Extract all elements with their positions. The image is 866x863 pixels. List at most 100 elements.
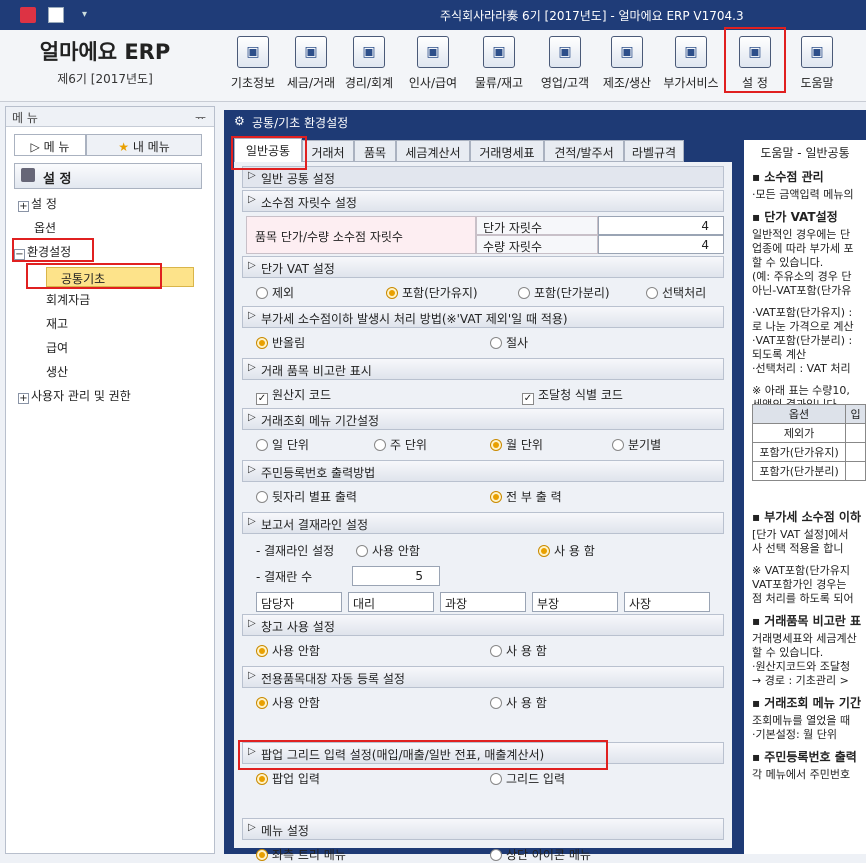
- main-title-label: 공통/기초 환경설정: [252, 116, 349, 130]
- help-line-5: 할 수 있습니다.: [752, 256, 824, 269]
- toolbar-sales-button[interactable]: ▣ 영업/고객: [534, 34, 596, 98]
- tab-3[interactable]: 세금계산서: [396, 140, 470, 162]
- calendar-icon[interactable]: [20, 7, 36, 23]
- unit-digits-input[interactable]: 4: [598, 216, 724, 235]
- tree-item-5[interactable]: 재고: [46, 315, 68, 332]
- tab-1[interactable]: 거래처: [302, 140, 354, 162]
- toolbar-tax-button[interactable]: ▣ 세금/거래: [280, 34, 342, 98]
- collapse-icon[interactable]: −: [14, 249, 25, 260]
- toolbar-factory-button[interactable]: ▣ 제조/생산: [596, 34, 658, 98]
- approval-name-input-4[interactable]: 사장: [624, 592, 710, 612]
- tree-item-2[interactable]: − 환경설정: [14, 243, 71, 260]
- toolbar-settings-button[interactable]: ▣ 설 정: [724, 34, 786, 98]
- help-line-2: ▪ 단가 VAT설정: [752, 210, 838, 224]
- toolbar-help-button[interactable]: ▣ 도움말: [786, 34, 848, 98]
- help-line-3: 일반적인 경우에는 단: [752, 228, 851, 241]
- r-round-option-0[interactable]: 반올림: [256, 334, 305, 351]
- tree-item-1[interactable]: 옵션: [34, 219, 56, 236]
- tree-item-4[interactable]: 회계자금: [46, 291, 90, 308]
- dropdown-icon[interactable]: ▾: [82, 9, 98, 25]
- menu-header-label: 메 뉴: [12, 111, 38, 125]
- help-line-9: 로 나눈 가격으로 계산: [752, 320, 854, 333]
- help-table-cell: [845, 461, 866, 481]
- r-vat-option-3[interactable]: 선택처리: [646, 284, 706, 301]
- r-round-label: 반올림: [272, 336, 306, 350]
- toolbar-hr-button[interactable]: ▣ 인사/급여: [402, 34, 464, 98]
- tree-item-label: 설 정: [31, 197, 57, 211]
- expand-icon[interactable]: +: [18, 201, 29, 212]
- group-vat: 단가 VAT 설정: [242, 256, 724, 278]
- r-popup-option-0[interactable]: 팝업 입력: [256, 770, 320, 787]
- approval-line-option-1[interactable]: 사 용 함: [538, 542, 595, 559]
- r-period-option-2[interactable]: 월 단위: [490, 436, 543, 453]
- radio-icon: [256, 697, 268, 709]
- settings-icon: ▣: [739, 36, 771, 68]
- help-line-27: 조회메뉴를 열었을 때: [752, 714, 851, 727]
- approval-count-input[interactable]: 5: [352, 566, 440, 586]
- settings-section-label: 설 정: [43, 172, 72, 187]
- r-menu-option-1[interactable]: 상단 아이콘 메뉴: [490, 846, 591, 863]
- toolbar-label: 경리/회계: [344, 76, 394, 90]
- toolbar-label: 제조/생산: [602, 76, 652, 90]
- r-vat-label: 포함(단가분리): [534, 286, 610, 300]
- settings-form: 일반 공통 설정 소수점 자릿수 설정 품목 단가/수량 소수점 자릿수 단가 …: [234, 162, 732, 862]
- help-tab[interactable]: 도움말 - 일반공통: [744, 140, 866, 162]
- r-popup-label: 그리드 입력: [506, 772, 566, 786]
- tab-menu[interactable]: ▷ 메 뉴: [14, 134, 86, 156]
- logistics-icon: ▣: [483, 36, 515, 68]
- approval-line-option-label: 사용 안함: [372, 544, 420, 558]
- settings-section-icon: [21, 168, 35, 182]
- procurement-code-checkbox[interactable]: ✓ 조달청 식별 코드: [522, 386, 623, 405]
- r-period-option-1[interactable]: 주 단위: [374, 436, 427, 453]
- tree-item-6[interactable]: 급여: [46, 339, 68, 356]
- r-autoreg-option-0[interactable]: 사용 안함: [256, 694, 320, 711]
- approval-name-input-0[interactable]: 담당자: [256, 592, 342, 612]
- r-period-option-3[interactable]: 분기별: [612, 436, 661, 453]
- radio-icon: [256, 849, 268, 861]
- help-line-19: VAT포함가인 경우는: [752, 578, 847, 591]
- r-vat-option-1[interactable]: 포함(단가유지): [386, 284, 478, 301]
- r-vat-option-2[interactable]: 포함(단가분리): [518, 284, 610, 301]
- settings-section[interactable]: 설 정: [14, 163, 202, 189]
- window-icon[interactable]: [48, 7, 64, 23]
- r-popup-label: 팝업 입력: [272, 772, 320, 786]
- expand-icon[interactable]: +: [18, 393, 29, 404]
- qty-digits-input[interactable]: 4: [598, 235, 724, 254]
- section-general: 일반 공통 설정: [242, 166, 724, 188]
- tab-5[interactable]: 견적/발주서: [544, 140, 624, 162]
- r-rrn-option-1[interactable]: 전 부 출 력: [490, 488, 562, 505]
- approval-line-option-0[interactable]: 사용 안함: [356, 542, 420, 559]
- star-icon: ★: [118, 140, 129, 154]
- help-panel: ▪ 소수점 관리 ·모든 금액입력 메뉴의 ▪ 단가 VAT설정 일반적인 경우에는 …: [744, 162, 866, 854]
- tab-0[interactable]: 일반공통: [234, 138, 302, 164]
- tree-item-8[interactable]: + 사용자 관리 및 권한: [18, 387, 131, 404]
- r-warehouse-option-1[interactable]: 사 용 함: [490, 642, 547, 659]
- r-vat-option-0[interactable]: 제외: [256, 284, 294, 301]
- r-period-option-0[interactable]: 일 단위: [256, 436, 309, 453]
- tree-item-3[interactable]: 공통기초: [46, 267, 194, 287]
- pin-icon[interactable]: ᅲ: [195, 109, 206, 126]
- toolbar-logistics-button[interactable]: ▣ 물류/재고: [468, 34, 530, 98]
- approval-name-input-1[interactable]: 대리: [348, 592, 434, 612]
- r-rrn-option-0[interactable]: 뒷자리 별표 출력: [256, 488, 357, 505]
- tab-6[interactable]: 라벨규격: [624, 140, 684, 162]
- tab-2[interactable]: 품목: [354, 140, 396, 162]
- tab-my-menu[interactable]: ★ 내 메뉴: [86, 134, 202, 156]
- tree-item-0[interactable]: + 설 정: [18, 195, 57, 212]
- tree-item-7[interactable]: 생산: [46, 363, 68, 380]
- radio-icon: [490, 849, 502, 861]
- r-popup-option-1[interactable]: 그리드 입력: [490, 770, 565, 787]
- toolbar-accounting-button[interactable]: ▣ 경리/회계: [338, 34, 400, 98]
- r-warehouse-option-0[interactable]: 사용 안함: [256, 642, 320, 659]
- approval-name-input-3[interactable]: 부장: [532, 592, 618, 612]
- r-autoreg-option-1[interactable]: 사 용 함: [490, 694, 547, 711]
- help-table-cell: 옵션: [751, 404, 847, 424]
- toolbar-doc-button[interactable]: ▣ 기초정보: [222, 34, 284, 98]
- approval-name-input-2[interactable]: 과장: [440, 592, 526, 612]
- help-line-28: ·기본설정: 월 단위: [752, 728, 838, 741]
- toolbar-addon-button[interactable]: ▣ 부가서비스: [660, 34, 722, 98]
- r-menu-option-0[interactable]: 좌측 트리 메뉴: [256, 846, 346, 863]
- r-round-option-1[interactable]: 절사: [490, 334, 528, 351]
- tab-4[interactable]: 거래명세표: [470, 140, 544, 162]
- origin-code-checkbox[interactable]: ✓ 원산지 코드: [256, 386, 331, 405]
